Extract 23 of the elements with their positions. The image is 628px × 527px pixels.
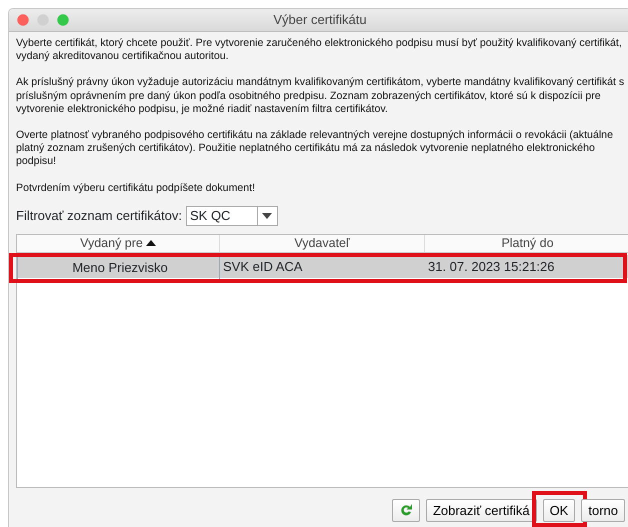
dialog-button[interactable]: torno (581, 499, 625, 522)
instruction-text: Vyberte certifikát, ktorý chcete použiť. Pre vytvorenie zaručeného elektronického podpisu musí byť použitý kvalifikovaný certifikát, vydaný akreditovanou certifikačnou autoritou. (16, 37, 623, 64)
filter-dropdown[interactable]: SK QC (186, 206, 278, 226)
refresh-button[interactable] (392, 499, 420, 522)
filter-label: Filtrovať zoznam certifikátov: (16, 207, 182, 226)
column-header[interactable]: Vydavateľ (220, 234, 425, 252)
dropdown-caret-icon (262, 212, 272, 219)
instruction-text: Overte platnosť vybraného podpisového certifikátu na základe relevantných verejne dostupných informácii o revokácii (aktuálne platný zoznam zrušených certifikátov). Použitie neplatného certifikátu má za následok vytvorenie neplatného elektronického podpisu! (16, 129, 614, 169)
table-cell-text: 31. 07. 2023 15:21:26 (427, 258, 556, 276)
window-title: Výber certifikátu (273, 11, 367, 30)
zoom-icon[interactable] (57, 14, 69, 26)
dialog-button[interactable]: OK (542, 499, 576, 522)
sort-arrow-icon (146, 240, 156, 246)
minimize-icon[interactable] (37, 14, 49, 26)
refresh-icon (398, 503, 413, 517)
column-header[interactable]: Platný do (425, 234, 628, 252)
instruction-text: Potvrdením výberu certifikátu podpíšete dokument! (16, 182, 256, 195)
dialog-button[interactable]: Zobraziť certifiká (426, 499, 537, 522)
table-cell-text: SVK eID ACA (222, 258, 304, 276)
close-icon[interactable] (17, 14, 29, 26)
column-header[interactable]: Vydaný pre (17, 234, 220, 252)
instruction-text: Ak príslušný právny úkon vyžaduje autorizáciu mandátnym kvalifikovaným certifikátom, vyberte mandátny kvalifikovaný certifikát s príslušným oprávnením pre daný úkon podľa osobitného predpisu. Zoznam zobrazených certifikátov, ktoré sú k dispozícii pre vytvorenie elektronického podpisu, je možné riadiť nastavením filtra certifikátov. (16, 76, 626, 116)
table-cell: Meno Priezvisko (17, 254, 220, 280)
